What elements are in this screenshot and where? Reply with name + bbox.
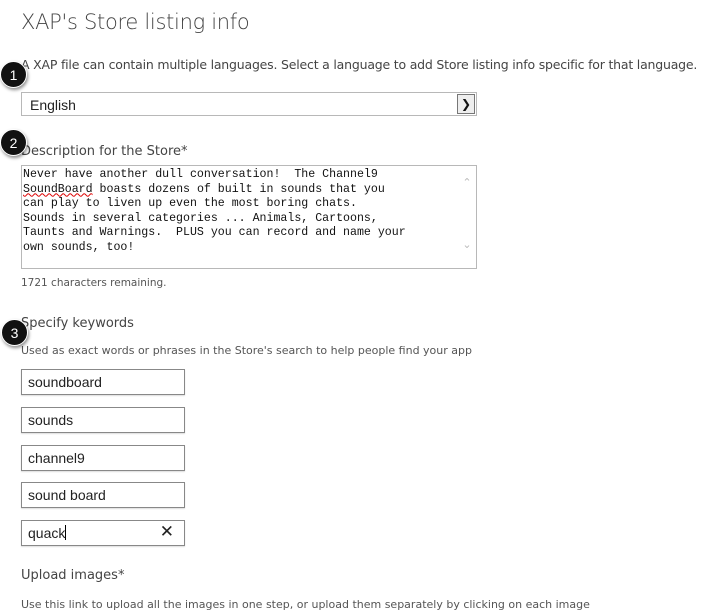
scrollbar[interactable]: ⌃ ⌄ xyxy=(460,176,474,266)
keyword-value: channel9 xyxy=(28,450,85,466)
description-line: can play to liven up even the most borin… xyxy=(23,197,357,210)
scroll-down-icon[interactable]: ⌄ xyxy=(460,238,474,251)
misspelled-word: SoundBoard xyxy=(23,182,93,196)
keyword-value: soundboard xyxy=(28,374,102,390)
keywords-help: Used as exact words or phrases in the St… xyxy=(21,344,472,357)
keyword-input[interactable]: soundboard xyxy=(21,369,185,395)
step-badge-2: 2 xyxy=(0,129,27,156)
description-line: own sounds, too! xyxy=(23,240,135,254)
description-textarea[interactable]: Never have another dull conversation! Th… xyxy=(21,165,477,269)
keyword-value: sounds xyxy=(28,412,74,428)
description-line: Taunts and Warnings. PLUS you can record… xyxy=(23,226,406,239)
language-intro: A XAP file can contain multiple language… xyxy=(21,57,698,72)
scroll-up-icon[interactable]: ⌃ xyxy=(460,176,474,189)
upload-help: Use this link to upload all the images i… xyxy=(21,598,590,611)
upload-label: Upload images* xyxy=(21,568,125,583)
characters-remaining: 1721 characters remaining. xyxy=(21,277,167,289)
keyword-input[interactable]: sounds xyxy=(21,407,185,433)
clear-icon[interactable]: ✕ xyxy=(160,522,174,542)
keyword-input[interactable]: channel9 xyxy=(21,445,185,471)
page-title: XAP's Store listing info xyxy=(21,10,250,34)
step-badge-3: 3 xyxy=(1,319,28,346)
language-select[interactable]: English ❯ xyxy=(21,92,477,116)
description-line: Never have another dull conversation! Th… xyxy=(23,168,378,181)
keyword-input[interactable]: sound board xyxy=(21,482,185,508)
description-line: Sounds in several categories ... Animals… xyxy=(23,211,378,225)
step-badge-1: 1 xyxy=(0,61,27,88)
keyword-input-active[interactable]: quack ✕ xyxy=(21,520,185,546)
keyword-value: quack xyxy=(28,525,66,541)
text-caret xyxy=(65,525,67,540)
description-line: boasts dozens of built in sounds that yo… xyxy=(92,182,385,196)
keyword-value: sound board xyxy=(28,487,106,503)
description-label: Description for the Store* xyxy=(21,144,188,159)
chevron-down-icon[interactable]: ❯ xyxy=(457,94,475,114)
keywords-label: Specify keywords xyxy=(21,316,134,331)
language-select-value: English xyxy=(30,97,76,113)
